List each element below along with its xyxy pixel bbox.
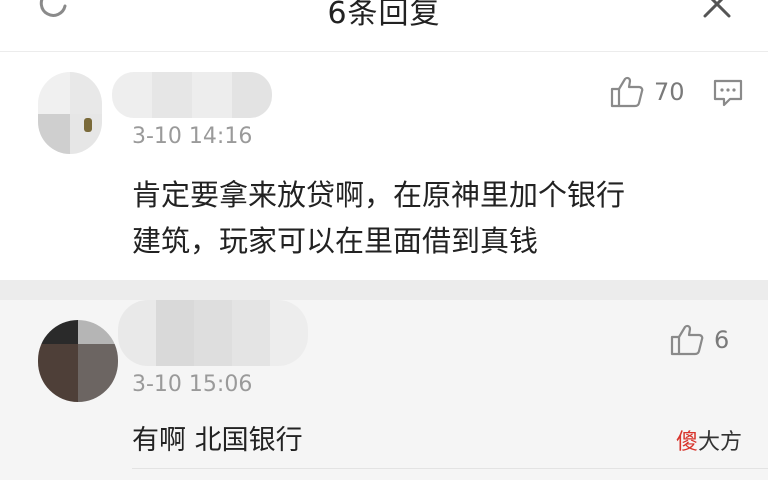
reply-text: 有啊 北国银行 xyxy=(132,425,303,456)
watermark-rest: 大方 xyxy=(698,430,743,455)
thumbs-up-icon xyxy=(670,324,704,356)
like-button[interactable]: 70 xyxy=(610,76,685,108)
reply-like-count: 6 xyxy=(714,326,730,354)
reply-avatar[interactable] xyxy=(38,320,118,402)
comment-text-line-1: 肯定要拿来放贷啊，在原神里加个银行 xyxy=(132,178,626,212)
like-count: 70 xyxy=(654,78,685,106)
comment-icon[interactable] xyxy=(712,78,744,108)
reply-timestamp: 3-10 15:06 xyxy=(132,372,253,397)
page-title: 6条回复 xyxy=(327,0,441,31)
reply-username-blurred[interactable] xyxy=(118,300,308,366)
comment-timestamp: 3-10 14:16 xyxy=(132,124,253,149)
username-blurred[interactable] xyxy=(112,72,272,118)
watermark: 傻大方 xyxy=(676,424,742,456)
reply-like-button[interactable]: 6 xyxy=(670,324,729,356)
close-icon[interactable] xyxy=(700,0,734,22)
reply-separator xyxy=(132,468,768,469)
reply-header: 6条回复 xyxy=(0,0,768,52)
section-divider xyxy=(0,280,768,300)
comment-text-line-2: 建筑，玩家可以在里面借到真钱 xyxy=(132,224,539,258)
thumbs-up-icon xyxy=(610,76,644,108)
watermark-accent: 傻 xyxy=(676,430,699,455)
avatar[interactable] xyxy=(38,72,102,154)
